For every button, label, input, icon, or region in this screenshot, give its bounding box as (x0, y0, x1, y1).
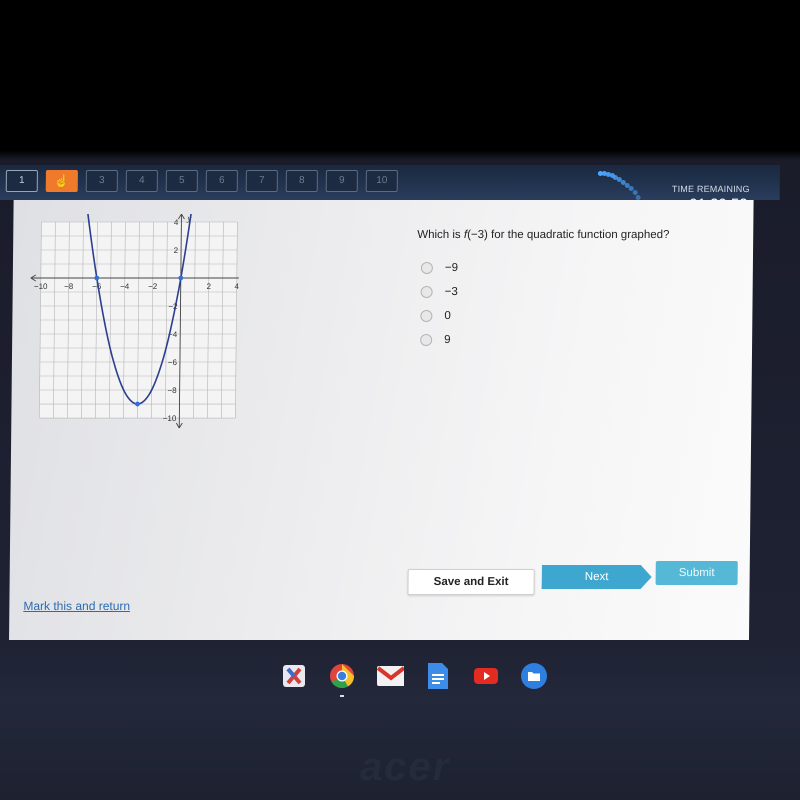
question-nav-item[interactable]: 3 (85, 170, 118, 193)
x-tick-label: −4 (120, 282, 130, 291)
answer-option[interactable]: −9 (420, 256, 459, 280)
gmail-icon (376, 666, 404, 686)
question-nav-item[interactable]: 8 (285, 170, 318, 193)
x-app-icon (283, 665, 305, 687)
taskbar-app-docs[interactable] (424, 662, 452, 690)
option-label: −3 (444, 286, 458, 299)
radio-button[interactable] (420, 286, 433, 299)
taskbar-app-chrome[interactable] (328, 662, 356, 697)
question-panel: −10−8−6−4−22442−2−4−6−8−10xy Which is f(… (9, 200, 754, 641)
x-tick-label: 2 (206, 282, 211, 291)
answer-options: −9 −3 0 9 (420, 256, 458, 352)
x-tick-label: −2 (148, 282, 158, 291)
top-bar: 1☝345678910 TIME REMAINING 01:20:52 (0, 165, 780, 217)
screen: 1☝345678910 TIME REMAINING 01:20:52 −10−… (0, 165, 780, 641)
hand-cursor-icon: ☝ (54, 174, 70, 189)
y-tick-label: −10 (163, 414, 177, 423)
taskbar-app-gmail[interactable] (376, 662, 404, 690)
option-label: −9 (444, 262, 459, 275)
option-label: 9 (444, 334, 451, 347)
files-icon (521, 663, 547, 689)
question-nav-item[interactable]: ☝ (45, 170, 78, 193)
question-nav-item[interactable]: 9 (325, 170, 358, 193)
mark-and-return-link[interactable]: Mark this and return (23, 599, 130, 613)
question-nav-item[interactable]: 5 (165, 170, 198, 193)
answer-option[interactable]: 9 (420, 328, 457, 352)
x-tick-label: 4 (234, 282, 239, 291)
question-nav-item[interactable]: 6 (205, 170, 238, 193)
answer-option[interactable]: 0 (420, 304, 457, 328)
y-tick-label: 2 (174, 246, 179, 255)
question-suffix: for the quadratic function graphed? (487, 229, 670, 242)
question-nav: 1 ☝ 3 4 5 6 7 8 9 10 (5, 170, 398, 193)
submit-button[interactable]: Submit (655, 561, 738, 586)
radio-button[interactable] (420, 310, 433, 323)
taskbar (280, 662, 548, 697)
next-button[interactable]: Next (542, 565, 652, 589)
y-tick-label: −6 (168, 358, 178, 367)
x-tick-label: −10 (34, 282, 48, 291)
youtube-icon (474, 668, 498, 684)
taskbar-app-files[interactable] (520, 662, 548, 690)
save-and-exit-button[interactable]: Save and Exit (407, 569, 535, 596)
docs-icon (428, 663, 448, 689)
question-nav-item[interactable]: 10 (365, 170, 398, 193)
quadratic-graph: −10−8−6−4−22442−2−4−6−8−10xy (30, 214, 240, 429)
question-nav-item[interactable]: 1 (5, 170, 38, 193)
y-tick-label: 4 (174, 218, 179, 227)
taskbar-app-x[interactable] (280, 662, 308, 690)
question-arg: (−3) (467, 229, 488, 242)
radio-button[interactable] (420, 334, 433, 347)
taskbar-app-youtube[interactable] (472, 662, 500, 690)
question-text: Which is f(−3) for the quadratic functio… (417, 229, 669, 241)
question-nav-item[interactable]: 7 (245, 170, 278, 193)
brand-logo: acer (360, 745, 451, 789)
timer-label: TIME REMAINING (671, 184, 750, 195)
option-label: 0 (444, 310, 451, 323)
x-tick-label: −8 (64, 282, 74, 291)
question-nav-item[interactable]: 4 (125, 170, 158, 193)
answer-option[interactable]: −3 (420, 280, 458, 304)
y-tick-label: −8 (167, 386, 177, 395)
radio-button[interactable] (420, 262, 433, 275)
chrome-icon (330, 664, 354, 689)
question-prefix: Which is (417, 229, 464, 242)
